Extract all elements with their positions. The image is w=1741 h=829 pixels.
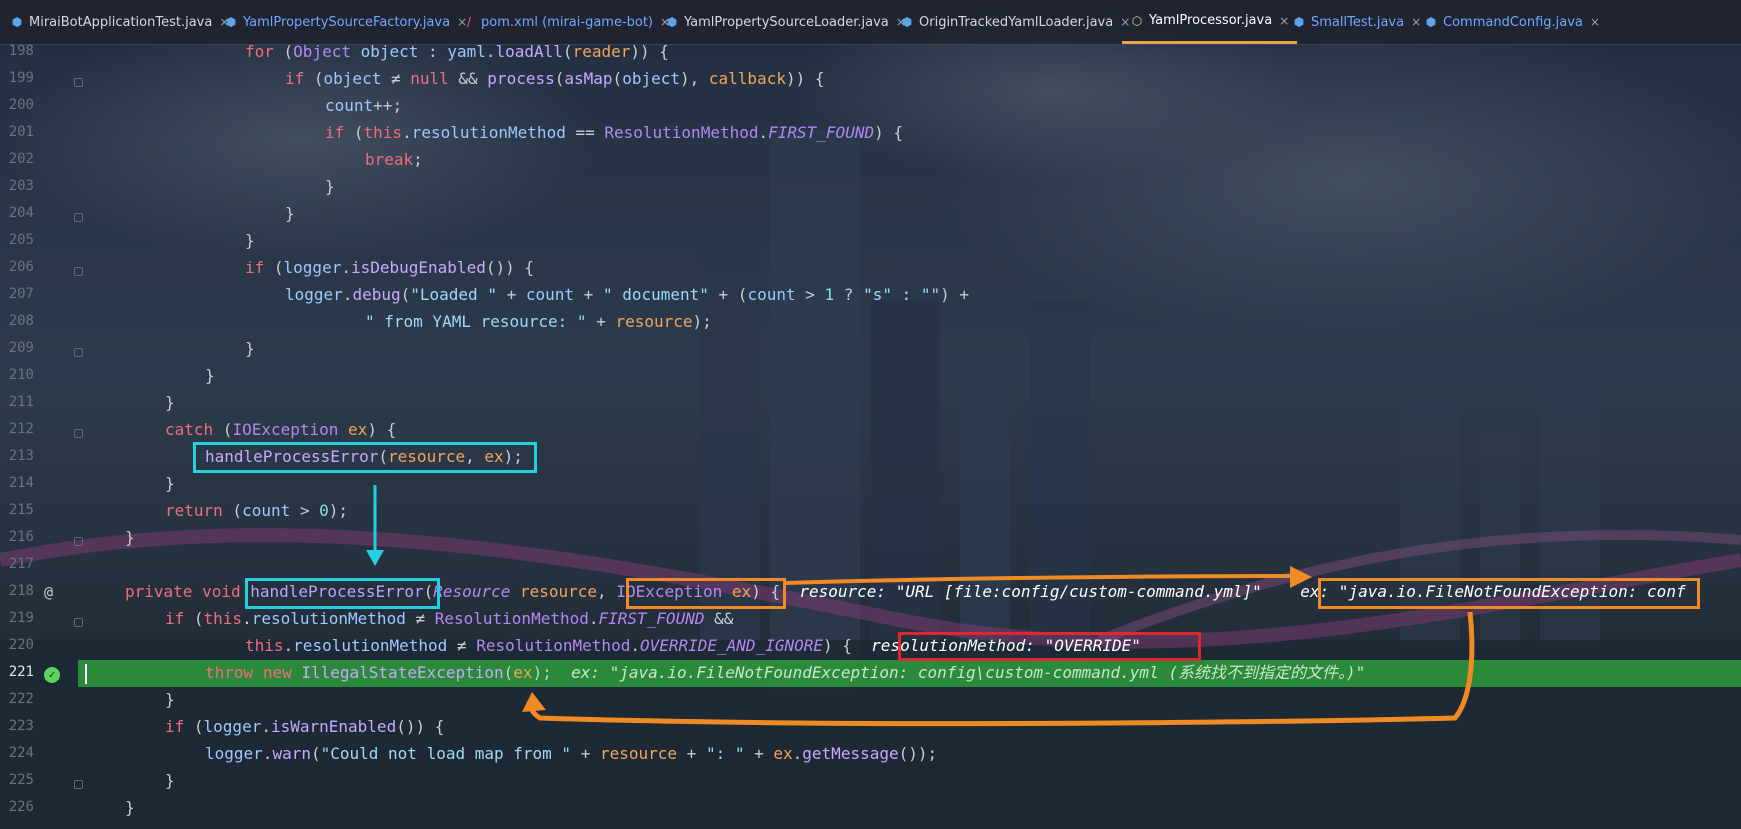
java-class-icon: ⬢ bbox=[901, 15, 913, 29]
fold-marker-icon[interactable] bbox=[74, 429, 83, 438]
annotation-box-call bbox=[193, 442, 537, 473]
code-line: if (this.resolutionMethod ≠ ResolutionMe… bbox=[165, 609, 734, 628]
fold-marker-icon[interactable] bbox=[74, 267, 83, 276]
line-number: 213 bbox=[8, 448, 34, 464]
annotation-box-method-name bbox=[245, 578, 440, 609]
tab-label: OriginTrackedYamlLoader.java bbox=[919, 14, 1114, 30]
tab-label: SmallTest.java bbox=[1311, 14, 1405, 30]
tab-yaml-processor[interactable]: ⬡ YamlProcessor.java × bbox=[1122, 0, 1298, 44]
tab-label: YamlPropertySourceLoader.java bbox=[684, 14, 889, 30]
java-class-icon: ⬢ bbox=[11, 15, 23, 29]
fold-marker-icon[interactable] bbox=[74, 78, 83, 87]
java-class-icon: ⬢ bbox=[225, 15, 237, 29]
code-line: } bbox=[245, 231, 255, 250]
line-number: 216 bbox=[8, 529, 34, 545]
code-line: } bbox=[125, 528, 135, 547]
tab-label: YamlProcessor.java bbox=[1149, 13, 1273, 28]
line-number: 217 bbox=[8, 556, 34, 572]
code-line: if (object ≠ null && process(asMap(objec… bbox=[285, 69, 825, 88]
code-line: } bbox=[125, 798, 135, 817]
fold-marker-icon[interactable] bbox=[74, 537, 83, 546]
line-number: 206 bbox=[8, 259, 34, 275]
code-line: " from YAML resource: " + resource); bbox=[365, 312, 712, 331]
code-line: catch (IOException ex) { bbox=[165, 420, 397, 439]
line-number: 207 bbox=[8, 286, 34, 302]
implemented-method-marker[interactable]: @ bbox=[44, 583, 53, 601]
code-line: } bbox=[165, 393, 175, 412]
tab-label: MiraiBotApplicationTest.java bbox=[29, 14, 213, 30]
line-number: 220 bbox=[8, 637, 34, 653]
code-line: } bbox=[165, 771, 175, 790]
fold-marker-icon[interactable] bbox=[74, 780, 83, 789]
code-line-current: throw new IllegalStateException(ex); ex:… bbox=[205, 663, 1366, 682]
code-line: } bbox=[205, 366, 215, 385]
code-line: return (count > 0); bbox=[165, 501, 349, 520]
code-line: if (this.resolutionMethod == ResolutionM… bbox=[325, 123, 903, 142]
line-number: 209 bbox=[8, 340, 34, 356]
annotation-box-ex-hint bbox=[1318, 578, 1700, 609]
line-number: 198 bbox=[8, 43, 34, 59]
code-line: count++; bbox=[325, 96, 403, 115]
close-icon[interactable]: × bbox=[1590, 15, 1600, 29]
code-line: if (logger.isDebugEnabled()) { bbox=[245, 258, 534, 277]
java-class-icon: ⬢ bbox=[1293, 15, 1305, 29]
code-line: } bbox=[165, 690, 175, 709]
code-line: if (logger.isWarnEnabled()) { bbox=[165, 717, 445, 736]
fold-marker-icon[interactable] bbox=[74, 348, 83, 357]
line-number: 210 bbox=[8, 367, 34, 383]
code-line: } bbox=[285, 204, 295, 223]
tab-label: pom.xml (mirai-game-bot) bbox=[481, 14, 654, 30]
tab-label: YamlPropertySourceFactory.java bbox=[243, 14, 451, 30]
tab-origin-tracked-yaml-loader[interactable]: ⬢ OriginTrackedYamlLoader.java × bbox=[900, 0, 1131, 44]
code-line: } bbox=[245, 339, 255, 358]
text-caret bbox=[85, 664, 87, 684]
line-number: 214 bbox=[8, 475, 34, 491]
tab-command-config[interactable]: ⬢ CommandConfig.java × bbox=[1424, 0, 1600, 44]
line-number: 219 bbox=[8, 610, 34, 626]
debug-hint-ex-current: ex: "java.io.FileNotFoundException: conf… bbox=[571, 663, 1366, 682]
code-line: } bbox=[165, 474, 175, 493]
fold-marker-icon[interactable] bbox=[74, 618, 83, 627]
line-number: 226 bbox=[8, 799, 34, 815]
breakpoint-check-icon[interactable]: ✓ bbox=[44, 667, 60, 683]
maven-icon: / bbox=[466, 15, 472, 29]
line-number: 204 bbox=[8, 205, 34, 221]
code-line: } bbox=[325, 177, 335, 196]
line-number-current: 221 bbox=[8, 664, 34, 680]
line-number: 224 bbox=[8, 745, 34, 761]
line-number: 215 bbox=[8, 502, 34, 518]
line-number: 225 bbox=[8, 772, 34, 788]
line-number: 199 bbox=[8, 70, 34, 86]
line-number: 212 bbox=[8, 421, 34, 437]
line-number: 208 bbox=[8, 313, 34, 329]
debug-hint-resource: resource: "URL [file:config/custom-comma… bbox=[799, 582, 1262, 601]
line-number: 218 bbox=[8, 583, 34, 599]
close-icon[interactable]: × bbox=[1411, 15, 1421, 29]
java-abstract-class-icon: ⬡ bbox=[1131, 13, 1143, 28]
line-number: 205 bbox=[8, 232, 34, 248]
tab-yaml-property-source-loader[interactable]: ⬢ YamlPropertySourceLoader.java × bbox=[665, 0, 906, 44]
code-line: for (Object object : yaml.loadAll(reader… bbox=[245, 42, 669, 61]
java-class-icon: ⬢ bbox=[666, 15, 678, 29]
tab-miraibot-application-test[interactable]: ⬢ MiraiBotApplicationTest.java × bbox=[10, 0, 230, 44]
annotation-box-resolution-method bbox=[898, 632, 1201, 661]
line-number: 222 bbox=[8, 691, 34, 707]
code-line: break; bbox=[365, 150, 423, 169]
java-class-icon: ⬢ bbox=[1425, 15, 1437, 29]
line-number: 203 bbox=[8, 178, 34, 194]
line-number: 202 bbox=[8, 151, 34, 167]
fold-marker-icon[interactable] bbox=[74, 213, 83, 222]
code-line: logger.debug("Loaded " + count + " docum… bbox=[285, 285, 970, 304]
close-icon[interactable]: × bbox=[1279, 14, 1289, 28]
code-line: logger.warn("Could not load map from " +… bbox=[205, 744, 938, 763]
tab-small-test[interactable]: ⬢ SmallTest.java × bbox=[1292, 0, 1421, 44]
annotation-box-ex-param bbox=[626, 578, 786, 609]
line-number: 201 bbox=[8, 124, 34, 140]
tab-label: CommandConfig.java bbox=[1443, 14, 1583, 30]
line-number: 211 bbox=[8, 394, 34, 410]
line-number: 223 bbox=[8, 718, 34, 734]
line-number: 200 bbox=[8, 97, 34, 113]
